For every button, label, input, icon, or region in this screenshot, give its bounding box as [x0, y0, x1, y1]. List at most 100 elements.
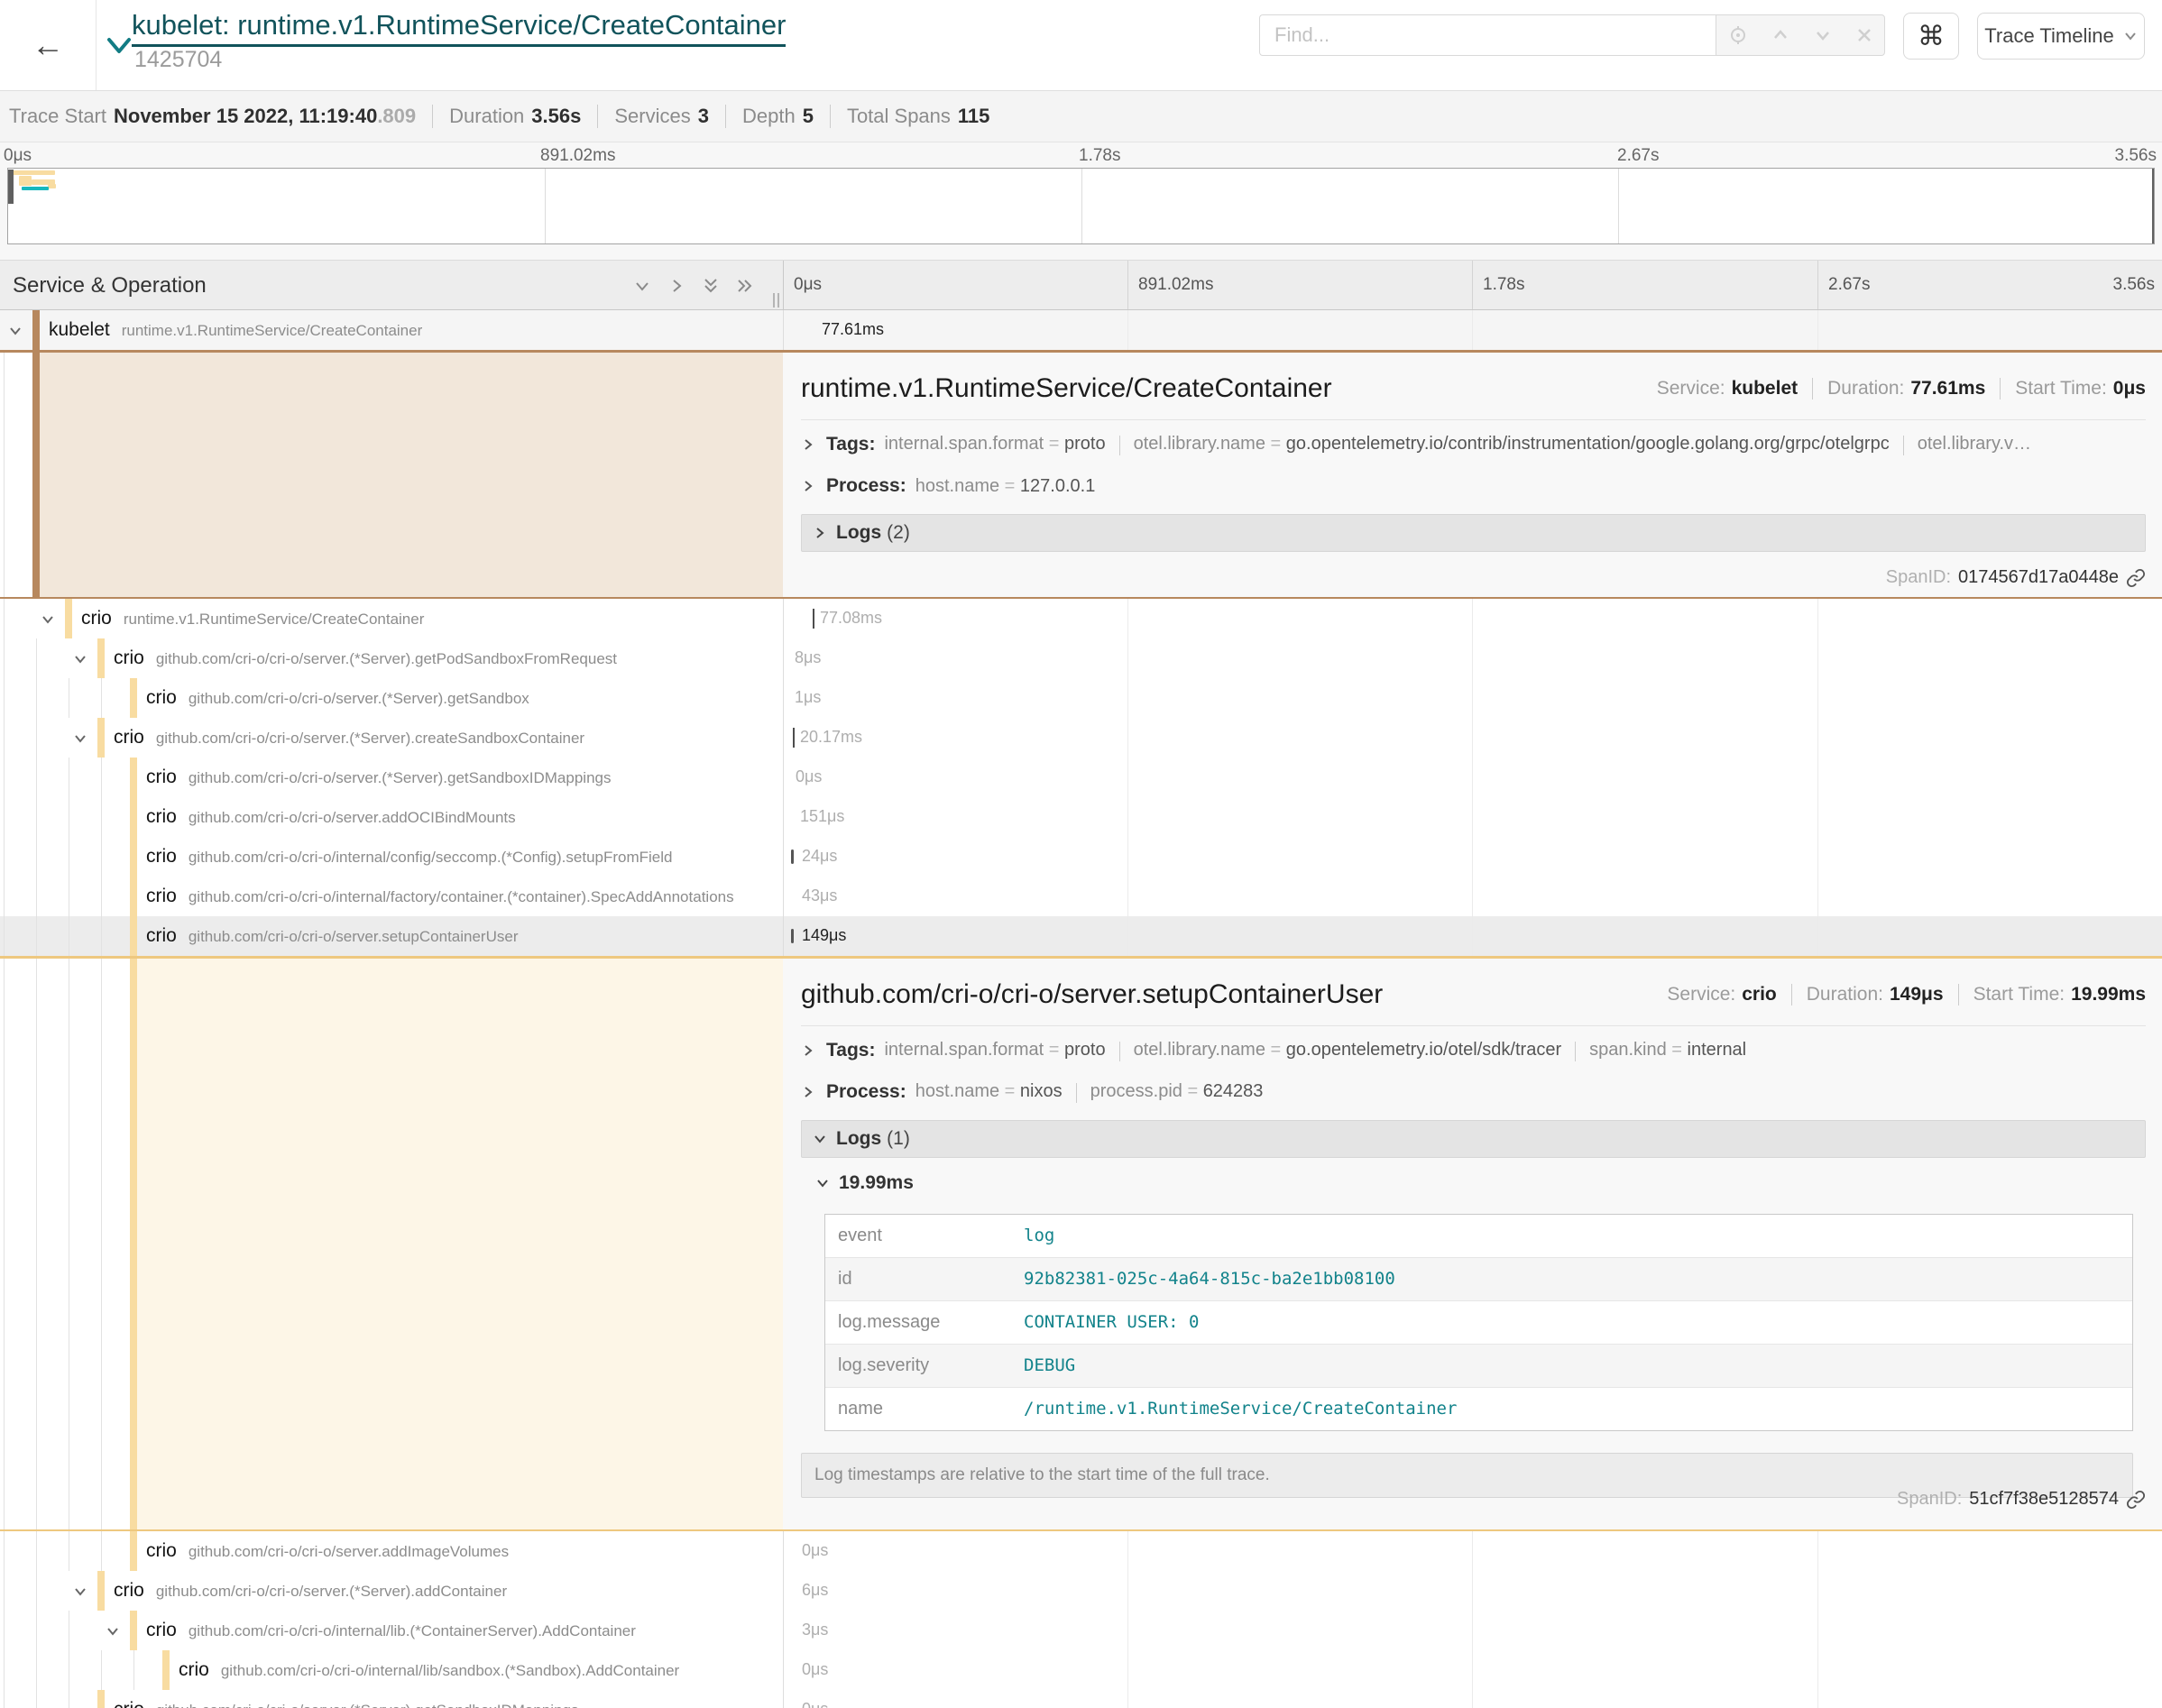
logs-section-toggle[interactable]: Logs (1): [801, 1120, 2146, 1158]
duration-label: Duration: [449, 105, 524, 128]
span-row[interactable]: criogithub.com/cri-o/cri-o/server.(*Serv…: [0, 758, 2162, 797]
row-chevron-down-icon[interactable]: [72, 1584, 88, 1604]
span-row[interactable]: criogithub.com/cri-o/cri-o/server.(*Serv…: [0, 638, 2162, 678]
column-resize-handle[interactable]: [773, 293, 779, 308]
chevron-right-icon: [801, 479, 815, 493]
span-duration-label: 24μs: [802, 847, 837, 866]
span-duration-bar[interactable]: [784, 611, 812, 626]
prev-match-chevron-up-icon[interactable]: [1770, 24, 1791, 46]
trace-collapse-chevron-down-icon[interactable]: [105, 34, 133, 62]
trace-title-link[interactable]: kubelet: runtime.v1.RuntimeService/Creat…: [132, 9, 786, 47]
clear-search-icon[interactable]: [1854, 25, 1874, 45]
start-time-label: Start Time:: [1973, 984, 2065, 1006]
minimap-span-bar: [48, 184, 56, 188]
span-row[interactable]: criogithub.com/cri-o/cri-o/server.(*Serv…: [0, 1571, 2162, 1611]
span-row[interactable]: criogithub.com/cri-o/cri-o/internal/lib/…: [0, 1650, 2162, 1690]
duration-value: 77.61ms: [1910, 378, 1985, 399]
span-duration-bar[interactable]: [784, 730, 792, 745]
service-color-stripe: [97, 718, 105, 758]
span-duration-label: 43μs: [802, 886, 837, 905]
span-duration-bar[interactable]: [791, 849, 794, 864]
span-duration-bar[interactable]: [791, 1544, 794, 1558]
span-row[interactable]: crioruntime.v1.RuntimeService/CreateCont…: [0, 599, 2162, 638]
service-name: kubelet: [49, 319, 110, 341]
service-name: crio: [146, 806, 177, 828]
process-toggle-row[interactable]: Process: host.name = nixosprocess.pid = …: [801, 1080, 2146, 1104]
span-duration-bar[interactable]: [791, 1623, 794, 1638]
keyboard-shortcuts-button[interactable]: ⌘: [1903, 13, 1959, 60]
span-row[interactable]: criogithub.com/cri-o/cri-o/server.(*Serv…: [0, 718, 2162, 758]
logs-section-toggle[interactable]: Logs (2): [801, 514, 2146, 552]
link-icon[interactable]: [2126, 568, 2146, 588]
span-duration-bar[interactable]: [791, 889, 794, 904]
minimap-canvas[interactable]: [7, 168, 2155, 244]
row-chevron-down-icon[interactable]: [7, 323, 23, 344]
collapse-all-double-chevron-down-icon[interactable]: [700, 275, 722, 297]
span-row[interactable]: criogithub.com/cri-o/cri-o/server.addIma…: [0, 1531, 2162, 1571]
next-match-chevron-down-icon[interactable]: [1812, 24, 1834, 46]
expand-all-double-chevron-right-icon[interactable]: [734, 275, 756, 297]
span-row[interactable]: kubeletruntime.v1.RuntimeService/CreateC…: [0, 310, 2162, 350]
operation-name: github.com/cri-o/cri-o/server.(*Server).…: [156, 1702, 579, 1708]
back-button[interactable]: ←: [0, 0, 97, 90]
collapse-one-chevron-down-icon[interactable]: [631, 275, 653, 297]
trace-id: 1425704: [134, 47, 222, 73]
span-duration-bar[interactable]: [791, 1703, 794, 1708]
minimap-span-bar: [22, 187, 49, 190]
operation-name: github.com/cri-o/cri-o/server.addImageVo…: [189, 1543, 509, 1561]
span-row[interactable]: criogithub.com/cri-o/cri-o/server.(*Serv…: [0, 678, 2162, 718]
ruler-tick: 0μs: [794, 275, 822, 295]
services-value: 3: [698, 105, 709, 128]
row-chevron-down-icon[interactable]: [72, 651, 88, 672]
span-duration-bar[interactable]: [789, 810, 792, 824]
span-duration-bar[interactable]: [784, 323, 814, 337]
top-bar: ← kubelet: runtime.v1.RuntimeService/Cre…: [0, 0, 2162, 90]
span-duration-bar[interactable]: [784, 691, 787, 705]
log-field-value: CONTAINER USER: 0: [1015, 1301, 2132, 1344]
services-label: Services: [614, 105, 690, 128]
span-row[interactable]: criogithub.com/cri-o/cri-o/internal/lib.…: [0, 1611, 2162, 1650]
span-row[interactable]: criogithub.com/cri-o/cri-o/server.addOCI…: [0, 797, 2162, 837]
tags-label: Tags:: [826, 1040, 875, 1061]
span-id-value: 0174567d17a0448e: [1958, 567, 2119, 588]
find-input[interactable]: [1259, 14, 1716, 56]
row-chevron-down-icon[interactable]: [40, 611, 56, 632]
log-field-key: log.message: [825, 1301, 1015, 1344]
span-row[interactable]: criogithub.com/cri-o/cri-o/internal/fact…: [0, 877, 2162, 916]
span-duration-label: 0μs: [796, 767, 822, 786]
process-toggle-row[interactable]: Process: host.name = 127.0.0.1: [801, 474, 2146, 498]
span-duration-bar[interactable]: [784, 651, 787, 666]
row-chevron-down-icon[interactable]: [72, 730, 88, 751]
log-entry-toggle[interactable]: 19.99ms: [815, 1172, 2146, 1194]
span-row[interactable]: criogithub.com/cri-o/cri-o/internal/conf…: [0, 837, 2162, 877]
span-duration-label: 20.17ms: [800, 728, 862, 747]
chevron-right-icon: [801, 1043, 815, 1058]
trace-view-selector[interactable]: Trace Timeline: [1977, 13, 2145, 60]
span-row[interactable]: criogithub.com/cri-o/cri-o/server.setupC…: [0, 916, 2162, 956]
tags-toggle-row[interactable]: Tags: internal.span.format = protootel.l…: [801, 1039, 2146, 1062]
minimap-left-scrubber[interactable]: [8, 170, 14, 204]
tags-label: Tags:: [826, 434, 875, 455]
log-field-key: log.severity: [825, 1345, 1015, 1387]
minimap-right-scrubber[interactable]: [2152, 169, 2154, 243]
expand-one-chevron-right-icon[interactable]: [666, 275, 687, 297]
tags-toggle-row[interactable]: Tags: internal.span.format = protootel.l…: [801, 433, 2146, 456]
span-duration-bar[interactable]: [791, 1584, 794, 1598]
left-arrow-icon: ←: [32, 26, 64, 64]
link-icon[interactable]: [2126, 1490, 2146, 1510]
log-field-key: event: [825, 1215, 1015, 1257]
span-duration-bar[interactable]: [791, 1663, 794, 1677]
chevron-right-icon: [813, 526, 827, 540]
operation-name: github.com/cri-o/cri-o/internal/lib/sand…: [221, 1662, 679, 1680]
span-duration-bar[interactable]: [785, 770, 787, 785]
row-chevron-down-icon[interactable]: [105, 1623, 121, 1644]
span-row[interactable]: criogithub.com/cri-o/cri-o/server.(*Serv…: [0, 1690, 2162, 1708]
start-time-label: Start Time:: [2015, 378, 2107, 399]
log-field-value: DEBUG: [1015, 1345, 2132, 1387]
operation-name: github.com/cri-o/cri-o/internal/lib.(*Co…: [189, 1622, 636, 1640]
locate-icon[interactable]: [1727, 24, 1749, 46]
span-id-label: SpanID:: [1897, 1489, 1962, 1510]
span-duration-bar[interactable]: [791, 929, 794, 943]
span-duration-label: 3μs: [802, 1621, 828, 1639]
ruler-tick: 3.56s: [2113, 275, 2155, 295]
